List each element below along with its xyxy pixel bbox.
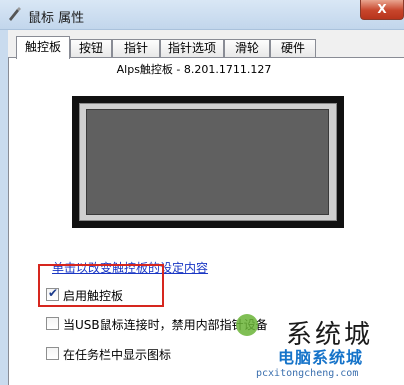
tray-icon-label: 在任务栏中显示图标	[63, 348, 172, 362]
device-name-label: Alps触控板 - 8.201.1711.127	[116, 63, 272, 76]
close-icon: X	[377, 2, 387, 16]
title-bar: 鼠标 属性 X	[0, 0, 404, 30]
watermark: 系统城 电脑系统城 pcxitongcheng.com	[228, 312, 404, 385]
highlight-box	[38, 264, 164, 307]
mouse-properties-icon	[6, 6, 22, 22]
tab-pointer-options[interactable]: 指针选项	[160, 39, 224, 58]
touchpad-image-surface	[86, 109, 329, 215]
window-title: 鼠标 属性	[28, 11, 85, 26]
disable-on-usb-checkbox[interactable]	[46, 317, 59, 330]
tab-pointers[interactable]: 指针	[112, 39, 160, 58]
watermark-url: pcxitongcheng.com	[256, 368, 359, 379]
tab-buttons[interactable]: 按钮	[70, 39, 112, 58]
tray-icon-checkbox[interactable]	[46, 347, 59, 360]
watermark-logo-icon	[236, 314, 258, 336]
watermark-subtitle: 电脑系统城	[278, 348, 364, 367]
tab-hardware[interactable]: 硬件	[270, 39, 316, 58]
close-button[interactable]: X	[360, 0, 404, 20]
tab-wheel[interactable]: 滑轮	[224, 39, 270, 58]
tab-touchpad[interactable]: 触控板	[16, 36, 70, 59]
